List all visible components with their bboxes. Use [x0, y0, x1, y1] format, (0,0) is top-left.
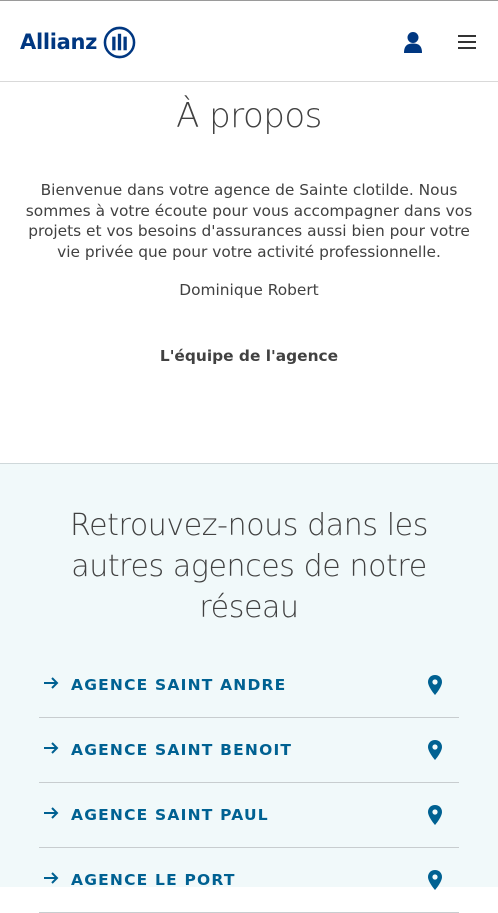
- logo-text: Allianz: [20, 30, 98, 54]
- map-pin-icon[interactable]: [428, 870, 442, 890]
- agency-label[interactable]: AGENCE SAINT PAUL: [71, 806, 269, 824]
- agent-name: Dominique Robert: [179, 281, 319, 299]
- agency-item-le-port[interactable]: AGENCE LE PORT: [39, 848, 459, 913]
- agency-item-saint-andre[interactable]: AGENCE SAINT ANDRE: [39, 653, 459, 718]
- map-pin-icon[interactable]: [428, 740, 442, 760]
- agency-team-label: L'équipe de l'agence: [159, 347, 339, 365]
- about-section: À propos Bienvenue dans votre agence de …: [0, 82, 498, 464]
- site-header: Allianz: [0, 0, 498, 82]
- agency-label[interactable]: AGENCE SAINT ANDRE: [71, 676, 286, 694]
- user-icon[interactable]: [401, 31, 425, 53]
- agency-label[interactable]: AGENCE SAINT BENOIT: [71, 741, 292, 759]
- agency-label[interactable]: AGENCE LE PORT: [71, 871, 236, 889]
- arrow-right-icon: [44, 677, 59, 689]
- arrow-right-icon: [44, 742, 59, 754]
- agency-list: AGENCE SAINT ANDRE AGENCE SAINT BENOIT A…: [39, 653, 459, 913]
- hamburger-menu-icon[interactable]: [456, 32, 478, 52]
- arrow-right-icon: [44, 807, 59, 819]
- network-title: Retrouvez-nous dans les autres agences d…: [70, 508, 428, 625]
- agency-item-saint-paul[interactable]: AGENCE SAINT PAUL: [39, 783, 459, 848]
- map-pin-icon[interactable]: [428, 805, 442, 825]
- map-pin-icon[interactable]: [428, 675, 442, 695]
- arrow-right-icon: [44, 872, 59, 884]
- allianz-eagle-logo-icon: [103, 26, 136, 58]
- agency-network-section: Retrouvez-nous dans les autres agences d…: [0, 463, 498, 913]
- agency-item-saint-benoit[interactable]: AGENCE SAINT BENOIT: [39, 718, 459, 783]
- about-intro-text: Bienvenue dans votre agence de Sainte cl…: [25, 181, 473, 261]
- allianz-logo[interactable]: Allianz: [20, 26, 136, 58]
- about-title: À propos: [176, 96, 322, 136]
